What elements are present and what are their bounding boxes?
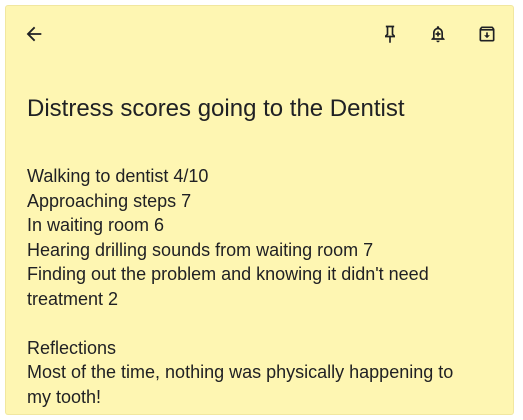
pin-icon bbox=[385, 25, 395, 44]
note-line: treatment 2 bbox=[27, 288, 119, 309]
note-line: Approaching steps 7 bbox=[27, 190, 192, 211]
note-body[interactable]: Walking to dentist 4/10 Approaching step… bbox=[27, 164, 497, 409]
back-button[interactable] bbox=[20, 20, 48, 48]
note-line: Finding out the problem and knowing it d… bbox=[27, 264, 429, 284]
note-line: In waiting room 6 bbox=[27, 215, 165, 235]
bell-plus-icon bbox=[431, 26, 445, 43]
note-line: Hearing drilling sounds from waiting roo… bbox=[27, 239, 374, 260]
note-title[interactable]: Distress scores going to the Dentist bbox=[27, 94, 405, 124]
note-toolbar bbox=[6, 6, 513, 64]
note-line: Most of the time, nothing was physically… bbox=[27, 362, 454, 382]
arrow-left-icon bbox=[26, 26, 42, 42]
note-editor: Distress scores going to the Dentist Wal… bbox=[6, 6, 513, 414]
remind-me-button[interactable] bbox=[424, 20, 452, 48]
archive-button[interactable] bbox=[473, 20, 501, 48]
note-line: my tooth! bbox=[27, 386, 102, 407]
reflections-heading: Reflections bbox=[27, 337, 117, 358]
note-line: Walking to dentist 4/10 bbox=[27, 166, 209, 186]
pin-button[interactable] bbox=[376, 20, 404, 48]
archive-icon bbox=[479, 26, 495, 42]
